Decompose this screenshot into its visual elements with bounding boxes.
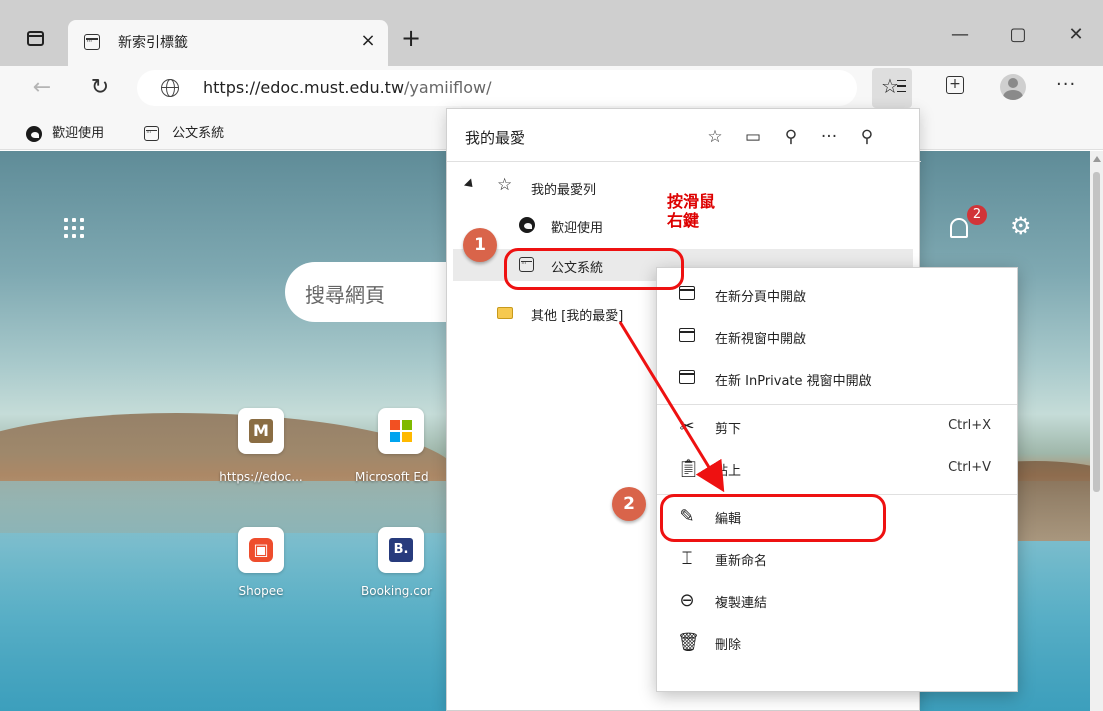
arrow-annotation bbox=[618, 321, 725, 493]
red-arrow bbox=[618, 321, 725, 493]
